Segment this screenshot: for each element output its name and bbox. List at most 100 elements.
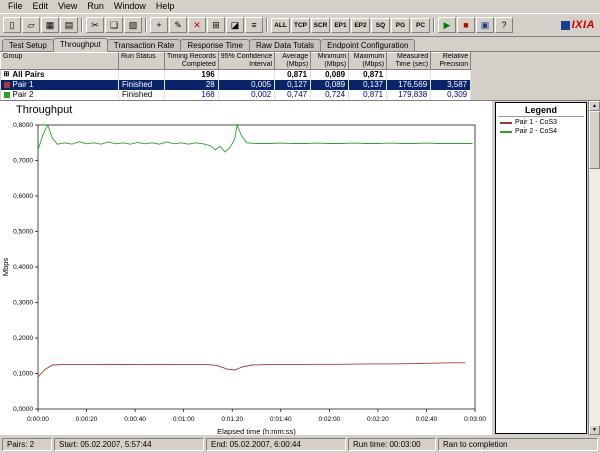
menu-window[interactable]: Window bbox=[109, 0, 151, 13]
value-cell: 0,137 bbox=[348, 80, 388, 91]
tab-bar: Test Setup Throughput Transaction Rate Resp… bbox=[0, 37, 600, 52]
value-cell: Finished bbox=[118, 80, 165, 91]
scroll-up-icon[interactable]: ▲ bbox=[589, 101, 600, 111]
legend-title: Legend bbox=[498, 103, 584, 117]
group-cell: Pair 2 bbox=[0, 90, 119, 100]
status-segment-1: Start: 05.02.2007, 5:57:44 bbox=[54, 437, 204, 451]
column-header-relative[interactable]: Relative Precision bbox=[430, 52, 472, 70]
print-icon[interactable]: ▤ bbox=[60, 17, 78, 33]
toolbar-separator bbox=[81, 18, 83, 32]
column-header-line1: Run Status bbox=[121, 53, 156, 60]
column-header-line1: Relative bbox=[442, 53, 469, 60]
value-cell: 3,587 bbox=[430, 80, 472, 91]
toolbar-button-tcp[interactable]: TCP bbox=[291, 17, 310, 33]
tab-endpoint-configuration[interactable]: Endpoint Configuration bbox=[320, 39, 416, 51]
column-header-measured[interactable]: Measured Time (sec) bbox=[386, 52, 432, 70]
toolbar-button-pc[interactable]: PC bbox=[411, 17, 430, 33]
legend-line-sample bbox=[500, 130, 512, 133]
vertical-scrollbar[interactable]: ▲ ▼ bbox=[588, 101, 600, 435]
table-row[interactable]: ⊞ All Pairs 196 0,871 0,089 0,871 bbox=[0, 69, 472, 81]
toolbar-button-scr[interactable]: SCR bbox=[311, 17, 330, 33]
delete-pair-icon[interactable]: ✕ bbox=[188, 17, 206, 33]
paste-icon[interactable]: ▨ bbox=[124, 17, 142, 33]
add-pair-icon[interactable]: + bbox=[150, 17, 168, 33]
value-cell: 0,127 bbox=[274, 80, 312, 91]
status-segment-3: Run time: 00:03:00 bbox=[348, 437, 436, 451]
value-cell: 28 bbox=[164, 80, 219, 91]
column-header-line2: Interval bbox=[249, 61, 273, 68]
y-tick-label: 0,1000 bbox=[13, 371, 33, 378]
column-header-timing-records[interactable]: Timing Records Completed bbox=[164, 52, 219, 70]
pair1-icon bbox=[3, 82, 10, 88]
menu-run[interactable]: Run bbox=[82, 0, 109, 13]
stop-icon[interactable]: ■ bbox=[457, 17, 475, 33]
group-icon[interactable]: ⊞ bbox=[207, 17, 225, 33]
x-tick-label: 0:00:20 bbox=[76, 416, 98, 423]
column-header-line2: (Mbps) bbox=[324, 61, 347, 68]
tab-throughput[interactable]: Throughput bbox=[52, 38, 108, 52]
menu-edit[interactable]: Edit bbox=[28, 0, 54, 13]
value-cell: 0,002 bbox=[218, 90, 276, 100]
column-header-line1: Group bbox=[3, 53, 23, 60]
x-tick-label: 0:03:00 bbox=[464, 416, 486, 423]
run-icon[interactable]: ▶ bbox=[438, 17, 456, 33]
legend-line-sample bbox=[500, 121, 512, 124]
toolbar: ▯ ▱ ▦ ▤ ✂ ❏ ▨ + ✎ ✕ ⊞ ◪ ≡ ALL TCP SCR EP1 EP2 SQ PG PC ▶ ■ ▣? IX… bbox=[0, 13, 600, 37]
chart-icon[interactable]: ◪ bbox=[226, 17, 244, 33]
scrollbar-thumb[interactable] bbox=[589, 111, 600, 169]
help-icon[interactable]: ? bbox=[495, 17, 513, 33]
column-header-95-confidence[interactable]: 95% Confidence Interval bbox=[217, 52, 276, 70]
y-tick-label: 0,8000 bbox=[13, 122, 33, 129]
value-cell: Finished bbox=[118, 90, 165, 100]
column-header-line2: Completed bbox=[181, 61, 216, 68]
results-table: Group Run Status Timing Records Completed 95… bbox=[0, 52, 472, 100]
value-cell: 0,724 bbox=[310, 90, 350, 100]
column-header-maximum[interactable]: Maximum (Mbps) bbox=[348, 52, 388, 70]
column-header-group[interactable]: Group bbox=[0, 52, 119, 70]
toolbar-button-sq[interactable]: SQ bbox=[371, 17, 390, 33]
table-row[interactable]: Pair 1 Finished 28 0,005 0,127 0,089 0,137 176,… bbox=[0, 80, 472, 91]
toolbar-separator bbox=[145, 18, 147, 32]
column-header-line2: (Mbps) bbox=[286, 61, 309, 68]
copy-icon[interactable]: ❏ bbox=[105, 17, 123, 33]
y-tick-label: 0,3000 bbox=[13, 300, 33, 307]
menu-file[interactable]: File bbox=[3, 0, 28, 13]
x-tick-label: 0:02:20 bbox=[367, 416, 389, 423]
menu-view[interactable]: View bbox=[53, 0, 82, 13]
status-bar: Pairs: 2 Start: 05.02.2007, 5:57:44 End: 0… bbox=[0, 435, 600, 453]
save-icon[interactable]: ▦ bbox=[41, 17, 59, 33]
open-icon[interactable]: ▱ bbox=[22, 17, 40, 33]
table-row[interactable]: Pair 2 Finished 168 0,002 0,747 0,724 0,871 179… bbox=[0, 90, 472, 100]
legend-entry: Pair 2 - CoS4 bbox=[496, 126, 586, 135]
scroll-down-icon[interactable]: ▼ bbox=[589, 425, 600, 435]
toolbar-button-ep2[interactable]: EP2 bbox=[351, 17, 370, 33]
cut-icon[interactable]: ✂ bbox=[86, 17, 104, 33]
value-cell: 179,838 bbox=[386, 90, 432, 100]
column-header-line2: Precision bbox=[439, 61, 469, 68]
value-cell: 0,871 bbox=[348, 69, 388, 81]
column-header-line2: Time (sec) bbox=[395, 61, 429, 68]
main-area: Throughput 0,0000 0,1000 0,2000 0,3000 0,400… bbox=[0, 101, 600, 435]
toolbar-button-ep1[interactable]: EP1 bbox=[331, 17, 350, 33]
x-tick-label: 0:01:20 bbox=[221, 416, 243, 423]
new-icon[interactable]: ▯ bbox=[3, 17, 21, 33]
tab-transaction-rate[interactable]: Transaction Rate bbox=[106, 39, 182, 51]
column-header-line2: (Mbps) bbox=[362, 61, 385, 68]
x-tick-label: 0:02:40 bbox=[416, 416, 438, 423]
tab-raw-data-totals[interactable]: Raw Data Totals bbox=[248, 39, 322, 51]
edit-pair-icon[interactable]: ✎ bbox=[169, 17, 187, 33]
tab-test-setup[interactable]: Test Setup bbox=[2, 39, 54, 51]
toolbar-button-pg[interactable]: PG bbox=[391, 17, 410, 33]
y-tick-label: 0,6000 bbox=[13, 193, 33, 200]
tab-response-time[interactable]: Response Time bbox=[180, 39, 250, 51]
column-header-run-status[interactable]: Run Status bbox=[118, 52, 165, 70]
menu-help[interactable]: Help bbox=[151, 0, 180, 13]
column-header-line1: Timing Records bbox=[167, 53, 216, 60]
window-icon[interactable]: ▣ bbox=[476, 17, 494, 33]
report-icon[interactable]: ≡ bbox=[245, 17, 263, 33]
scrollbar-track[interactable] bbox=[589, 169, 600, 425]
group-cell: Pair 1 bbox=[0, 80, 119, 91]
column-header-average[interactable]: Average (Mbps) bbox=[274, 52, 312, 70]
column-header-minimum[interactable]: Minimum (Mbps) bbox=[310, 52, 350, 70]
toolbar-button-all[interactable]: ALL bbox=[271, 17, 290, 33]
